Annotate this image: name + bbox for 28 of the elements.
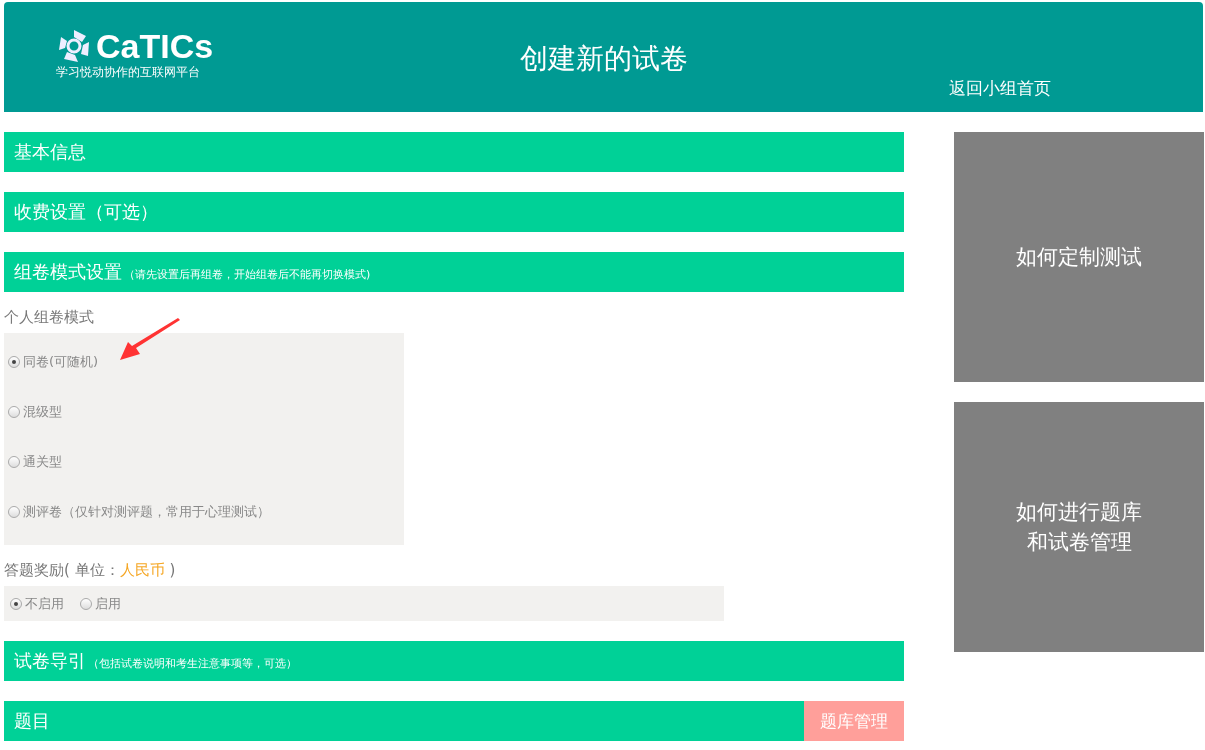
- radio-button[interactable]: [8, 506, 20, 518]
- section-header[interactable]: 收费设置（可选）: [4, 192, 904, 232]
- logo-text: CaTICs: [96, 26, 214, 66]
- radio-option[interactable]: 同卷(可随机): [8, 337, 404, 387]
- radio-button[interactable]: [80, 597, 92, 610]
- section-header[interactable]: 题目 题库管理: [4, 701, 904, 741]
- section-header[interactable]: 试卷导引（包括试卷说明和考生注意事项等，可选）: [4, 641, 904, 681]
- question-bank-button[interactable]: 题库管理: [804, 701, 904, 741]
- radio-button[interactable]: [8, 456, 20, 468]
- radio-button[interactable]: [8, 356, 20, 368]
- radio-button[interactable]: [10, 597, 22, 610]
- slogan: 学习悦动协作的互联网平台: [56, 64, 201, 81]
- radio-option[interactable]: 启用: [80, 578, 121, 629]
- logo-icon: [56, 28, 92, 64]
- radio-button[interactable]: [8, 406, 20, 418]
- help-card[interactable]: 如何定制测试: [954, 132, 1204, 382]
- section-header[interactable]: 基本信息: [4, 132, 904, 172]
- page-title: 创建新的试卷: [518, 41, 689, 77]
- radio-option[interactable]: 测评卷（仅针对测评题，常用于心理测试）: [8, 487, 404, 537]
- radio-option[interactable]: 通关型: [8, 437, 404, 487]
- section-header[interactable]: 组卷模式设置（请先设置后再组卷，开始组卷后不能再切换模式): [4, 252, 904, 292]
- reward-label: 答题奖励( 单位：人民币 ): [4, 561, 177, 580]
- arrow-drawing: [118, 318, 182, 362]
- back-link[interactable]: 返回小组首页: [903, 77, 1051, 100]
- radio-option[interactable]: 混级型: [8, 387, 404, 437]
- radio-option[interactable]: 不启用: [10, 578, 64, 629]
- help-card[interactable]: 如何进行题库和试卷管理: [954, 402, 1204, 652]
- mode-label: 个人组卷模式: [4, 308, 95, 327]
